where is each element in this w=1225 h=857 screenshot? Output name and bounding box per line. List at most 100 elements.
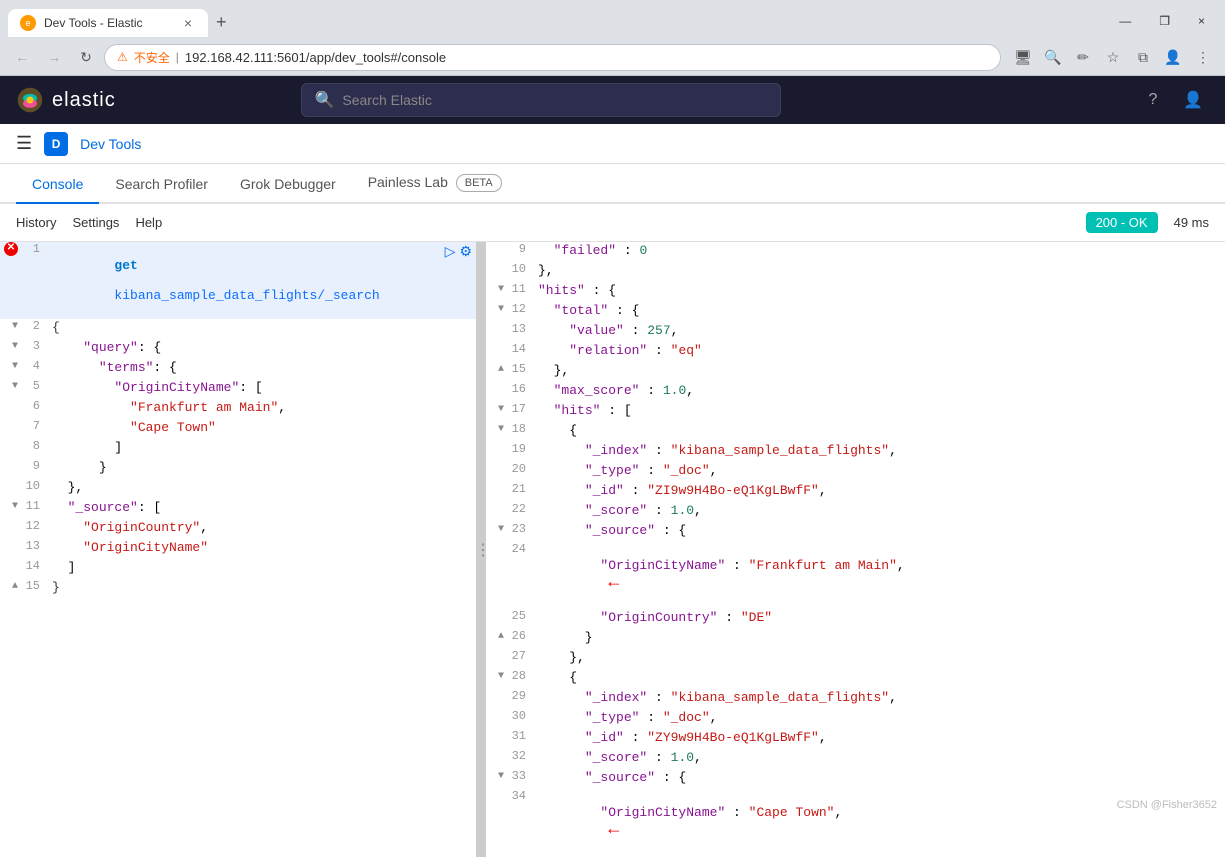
fold-arrow-3[interactable]: ▼ (12, 341, 18, 352)
result-line-15: ▲ 15 }, (486, 362, 1225, 382)
fold-arrow-r11[interactable]: ▼ (498, 284, 504, 295)
result-line-17: ▼ 17 "hits" : [ (486, 402, 1225, 422)
breadcrumb-label[interactable]: Dev Tools (80, 136, 141, 152)
edit-icon[interactable]: ✏ (1069, 43, 1097, 71)
result-pane[interactable]: 9 "failed" : 0 10 }, ▼ 11 "hits" : { ▼ 1… (486, 242, 1225, 857)
editor-line-3: ▼ 3 "query": { (0, 339, 476, 359)
elastic-logo[interactable]: elastic (16, 86, 116, 114)
fold-arrow-r23[interactable]: ▼ (498, 524, 504, 535)
line-content-1: get kibana_sample_data_flights/_search (44, 242, 476, 319)
result-line-25: 25 "OriginCountry" : "DE" (486, 609, 1225, 629)
profile-icon[interactable]: 👤 (1159, 43, 1187, 71)
address-bar[interactable]: ⚠ 不安全 | 192.168.42.111:5601/app/dev_tool… (104, 44, 1001, 71)
forward-button[interactable]: → (40, 43, 68, 71)
split-screen-icon[interactable]: ⧉ (1129, 43, 1157, 71)
editor-line-11: ▼ 11 "_source": [ (0, 499, 476, 519)
editor-line-12: 12 "OriginCountry", (0, 519, 476, 539)
result-line-32: 32 "_score" : 1.0, (486, 749, 1225, 769)
bookmark-icon[interactable]: ☆ (1099, 43, 1127, 71)
fold-arrow-15[interactable]: ▲ (12, 581, 18, 592)
editor-line-9: 9 } (0, 459, 476, 479)
result-line-24: 24 "OriginCityName" : "Frankfurt am Main… (486, 542, 1225, 609)
cast-icon[interactable]: 🖥 (1009, 43, 1037, 71)
result-line-10: 10 }, (486, 262, 1225, 282)
browser-tab-active[interactable]: e Dev Tools - Elastic × (8, 9, 208, 37)
result-line-12: ▼ 12 "total" : { (486, 302, 1225, 322)
time-badge: 49 ms (1174, 215, 1209, 230)
reload-button[interactable]: ↻ (72, 43, 100, 71)
result-line-14: 14 "relation" : "eq" (486, 342, 1225, 362)
editor-line-8: 8 ] (0, 439, 476, 459)
minimize-button[interactable]: — (1107, 10, 1143, 32)
close-button[interactable]: × (1186, 10, 1217, 32)
editor-line-10: 10 }, (0, 479, 476, 499)
search-bar[interactable]: 🔍 (301, 83, 781, 117)
tabs-bar: Console Search Profiler Grok Debugger Pa… (0, 164, 1225, 204)
fold-arrow-r12[interactable]: ▼ (498, 304, 504, 315)
new-tab-button[interactable]: + (208, 6, 235, 39)
error-icon[interactable]: ✕ (4, 242, 18, 256)
search-input[interactable] (342, 92, 768, 108)
browser-toolbar: ← → ↻ ⚠ 不安全 | 192.168.42.111:5601/app/de… (0, 39, 1225, 75)
editor-line-2: ▼ 2 { (0, 319, 476, 339)
run-icon[interactable]: ▷ (445, 244, 456, 261)
zoom-icon[interactable]: 🔍 (1039, 43, 1067, 71)
result-line-33: ▼ 33 "_source" : { (486, 769, 1225, 789)
fold-arrow-r26[interactable]: ▲ (498, 631, 504, 642)
result-line-29: 29 "_index" : "kibana_sample_data_flight… (486, 689, 1225, 709)
fold-arrow-2[interactable]: ▼ (12, 321, 18, 332)
security-label: 不安全 (134, 49, 170, 66)
result-line-27: 27 }, (486, 649, 1225, 669)
result-line-21: 21 "_id" : "ZI9w9H4Bo-eQ1KgLBwfF", (486, 482, 1225, 502)
tab-search-profiler[interactable]: Search Profiler (99, 166, 224, 204)
status-badge: 200 - OK (1086, 212, 1158, 233)
editor-line-4: ▼ 4 "terms": { (0, 359, 476, 379)
fold-arrow-r15[interactable]: ▲ (498, 364, 504, 375)
fold-arrow-r33[interactable]: ▼ (498, 771, 504, 782)
line-gutter-1: ✕ 1 (0, 242, 44, 256)
result-line-20: 20 "_type" : "_doc", (486, 462, 1225, 482)
action-icons: ▷ ⚙ (445, 244, 472, 261)
tab-painless-lab[interactable]: Painless Lab BETA (352, 164, 518, 204)
fold-arrow-r28[interactable]: ▼ (498, 671, 504, 682)
hamburger-menu[interactable]: ☰ (16, 133, 32, 154)
window-controls: — ❐ × (1107, 10, 1217, 36)
user-icon[interactable]: 👤 (1177, 84, 1209, 116)
result-line-16: 16 "max_score" : 1.0, (486, 382, 1225, 402)
sub-header: ☰ D Dev Tools (0, 124, 1225, 164)
editor-line-7: 7 "Cape Town" (0, 419, 476, 439)
tab-close-button[interactable]: × (180, 15, 196, 31)
result-line-31: 31 "_id" : "ZY9w9H4Bo-eQ1KgLBwfF", (486, 729, 1225, 749)
editor-line-14: 14 ] (0, 559, 476, 579)
restore-button[interactable]: ❐ (1147, 10, 1182, 32)
wrench-icon[interactable]: ⚙ (459, 244, 472, 261)
settings-button[interactable]: Settings (72, 215, 119, 230)
editor-line-13: 13 "OriginCityName" (0, 539, 476, 559)
editor-line-1: ✕ 1 get kibana_sample_data_flights/_sear… (0, 242, 476, 319)
elastic-logo-text: elastic (52, 89, 116, 112)
more-icon[interactable]: ⋮ (1189, 43, 1217, 71)
editor-line-6: 6 "Frankfurt am Main", (0, 399, 476, 419)
search-icon: 🔍 (314, 90, 334, 110)
fold-arrow-r18[interactable]: ▼ (498, 424, 504, 435)
fold-arrow-11[interactable]: ▼ (12, 501, 18, 512)
security-icon: ⚠ (117, 50, 128, 64)
result-line-23: ▼ 23 "_source" : { (486, 522, 1225, 542)
fold-arrow-r17[interactable]: ▼ (498, 404, 504, 415)
fold-arrow-5[interactable]: ▼ (12, 381, 18, 392)
help-icon[interactable]: ? (1137, 84, 1169, 116)
tab-console[interactable]: Console (16, 166, 99, 204)
watermark: CSDN @Fisher3652 (1117, 799, 1217, 811)
tab-grok-debugger[interactable]: Grok Debugger (224, 166, 352, 204)
history-button[interactable]: History (16, 215, 56, 230)
editor-pane[interactable]: ✕ 1 get kibana_sample_data_flights/_sear… (0, 242, 480, 857)
result-line-26: ▲ 26 } (486, 629, 1225, 649)
help-button[interactable]: Help (135, 215, 162, 230)
breadcrumb-avatar: D (44, 132, 68, 156)
tab-favicon: e (20, 15, 36, 31)
back-button[interactable]: ← (8, 43, 36, 71)
fold-arrow-4[interactable]: ▼ (12, 361, 18, 372)
result-line-11: ▼ 11 "hits" : { (486, 282, 1225, 302)
app-header: elastic 🔍 ? 👤 (0, 76, 1225, 124)
browser-titlebar: e Dev Tools - Elastic × + — ❐ × (0, 0, 1225, 39)
